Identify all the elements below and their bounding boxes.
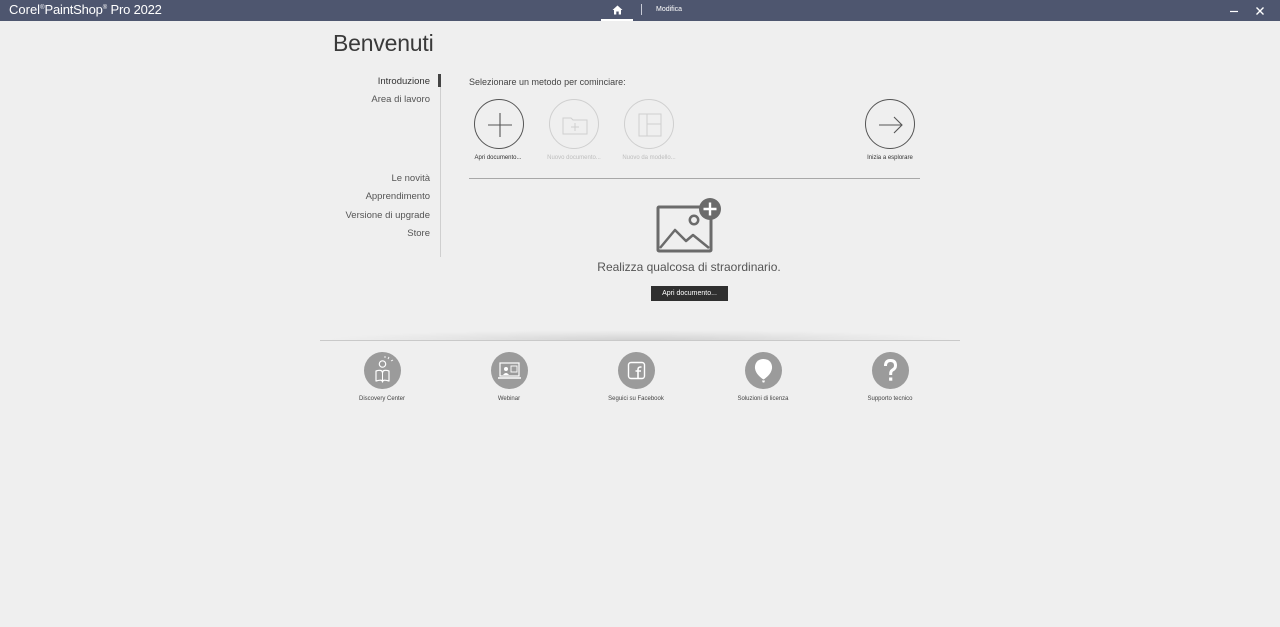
open-document-button[interactable]: Apri documento... xyxy=(651,286,728,301)
footer-shadow xyxy=(330,330,950,340)
discovery-center-circle xyxy=(363,352,401,389)
webinar-circle xyxy=(490,352,528,389)
brand-suffix: Pro 2022 xyxy=(107,2,162,17)
brand-registered-mark: ® xyxy=(40,5,45,11)
section-divider xyxy=(469,178,920,179)
discovery-center-icon xyxy=(374,356,393,383)
new-document-circle-button[interactable] xyxy=(549,99,599,149)
page-title: Benvenuti xyxy=(333,30,434,56)
webinar-icon xyxy=(497,362,521,379)
discovery-center-label: Discovery Center xyxy=(358,396,405,402)
nav-active-indicator xyxy=(438,74,441,87)
tab-separator xyxy=(641,4,642,15)
brand-registered-mark-2: ® xyxy=(102,5,108,11)
open-document-label: Apri documento... xyxy=(474,155,522,161)
new-from-template-circle-button[interactable] xyxy=(624,99,674,149)
hero-tagline: Realizza qualcosa di straordinario. xyxy=(597,260,781,274)
nav-item-area-di-lavoro[interactable]: Area di lavoro xyxy=(371,94,430,105)
image-add-icon xyxy=(656,198,721,253)
template-icon xyxy=(638,113,662,137)
license-solutions-circle xyxy=(744,352,782,389)
arrow-right-icon xyxy=(879,116,903,134)
footer-divider xyxy=(320,340,960,341)
start-exploring-label: Inizia a esplorare xyxy=(867,155,913,161)
support-label: Supporto tecnico xyxy=(867,396,913,402)
minimize-button[interactable] xyxy=(1222,0,1246,21)
brand-name: PaintShop xyxy=(44,2,103,17)
facebook-circle xyxy=(617,352,655,389)
footer-facebook[interactable]: Seguici su Facebook xyxy=(586,352,686,402)
footer-discovery-center[interactable]: Discovery Center xyxy=(332,352,432,402)
new-from-template-label: Nuovo da modello... xyxy=(622,155,676,161)
nav-item-store[interactable]: Store xyxy=(407,228,430,239)
home-icon xyxy=(612,5,622,14)
footer-webinar[interactable]: Webinar xyxy=(459,352,559,402)
nav-item-introduzione[interactable]: Introduzione xyxy=(378,76,430,87)
support-circle xyxy=(871,352,909,389)
nav-item-versione-upgrade[interactable]: Versione di upgrade xyxy=(345,210,430,221)
facebook-label: Seguici su Facebook xyxy=(608,396,664,402)
start-exploring-circle-button[interactable] xyxy=(865,99,915,149)
nav-item-apprendimento[interactable]: Apprendimento xyxy=(366,191,430,202)
open-document-circle-button[interactable] xyxy=(474,99,524,149)
webinar-label: Webinar xyxy=(497,396,521,402)
footer-license-solutions[interactable]: Soluzioni di licenza xyxy=(713,352,813,402)
question-icon xyxy=(883,358,897,381)
title-bar: Corel®PaintShop® Pro 2022 Modifica xyxy=(0,0,1280,21)
footer-support[interactable]: Supporto tecnico xyxy=(840,352,940,402)
app-brand: Corel®PaintShop® Pro 2022 xyxy=(9,0,162,21)
minimize-icon xyxy=(1230,10,1238,12)
close-icon xyxy=(1256,6,1264,15)
method-title: Selezionare un metodo per cominciare: xyxy=(469,77,626,87)
balloon-icon xyxy=(754,359,772,383)
nav-divider xyxy=(440,74,441,257)
tab-home[interactable] xyxy=(601,0,633,21)
license-solutions-label: Soluzioni di licenza xyxy=(737,396,789,402)
new-document-icon xyxy=(562,117,588,135)
facebook-icon xyxy=(627,361,645,380)
tab-edit[interactable]: Modifica xyxy=(656,0,682,21)
close-button[interactable] xyxy=(1248,0,1272,21)
new-document-label: Nuovo documento... xyxy=(547,155,601,161)
brand-prefix: Corel xyxy=(9,2,41,17)
nav-item-le-novita[interactable]: Le novità xyxy=(391,173,430,184)
plus-icon xyxy=(488,113,512,137)
